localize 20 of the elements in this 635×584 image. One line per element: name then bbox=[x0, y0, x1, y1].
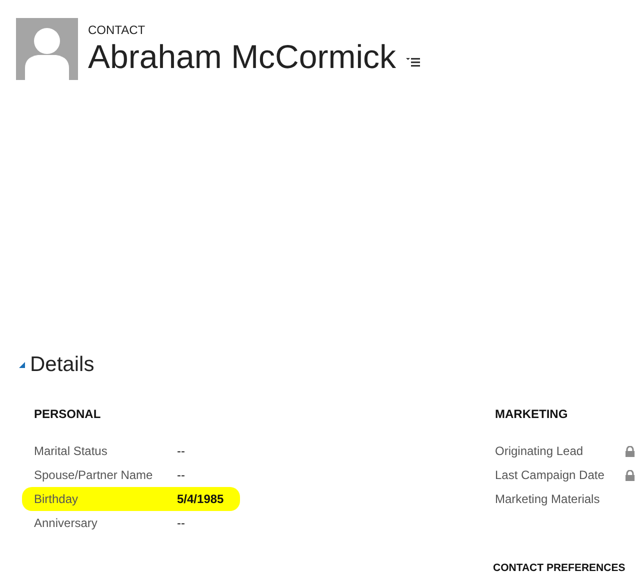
field-value: 5/4/1985 bbox=[177, 491, 224, 508]
field-label: Anniversary bbox=[34, 515, 98, 532]
field-label: Birthday bbox=[34, 491, 80, 508]
section-heading: PERSONAL bbox=[34, 406, 102, 422]
field-value: -- bbox=[177, 515, 185, 532]
record-title: Abraham McCormick bbox=[88, 38, 396, 76]
field-label: Marketing Materials bbox=[495, 491, 600, 508]
section-toggle[interactable]: Details bbox=[18, 352, 94, 378]
field-value: -- bbox=[177, 443, 185, 460]
section-heading: MARKETING bbox=[495, 406, 569, 422]
entity-label: CONTACT bbox=[88, 22, 146, 38]
avatar-icon bbox=[16, 18, 78, 80]
field-label: Marital Status bbox=[34, 443, 108, 460]
caret-icon bbox=[18, 361, 26, 369]
field-label: Last Campaign Date bbox=[495, 467, 604, 484]
field-value: -- bbox=[177, 467, 185, 484]
section-heading: CONTACT PREFERENCES bbox=[493, 561, 626, 576]
field-label: Spouse/Partner Name bbox=[34, 467, 154, 484]
menu-button[interactable] bbox=[406, 56, 420, 68]
field-label: Originating Lead bbox=[495, 443, 584, 460]
